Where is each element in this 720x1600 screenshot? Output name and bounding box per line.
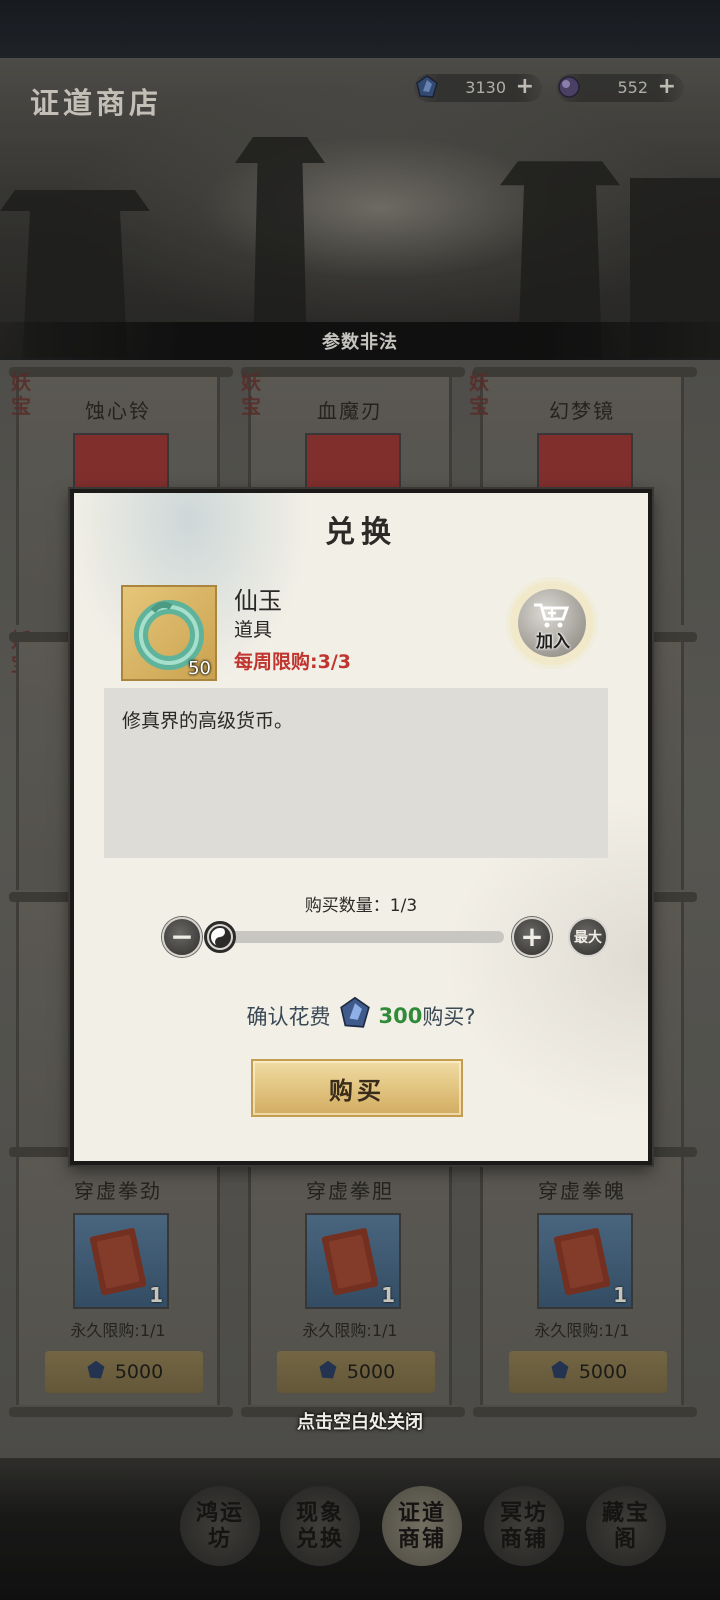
item-name: 仙玉	[234, 587, 282, 615]
description-box: 修真界的高级货币。	[104, 688, 608, 858]
decrease-button[interactable]: −	[162, 917, 202, 957]
quantity-slider[interactable]	[214, 931, 504, 943]
item-type: 道具	[234, 619, 273, 641]
close-hint[interactable]: 点击空白处关闭	[0, 1408, 720, 1434]
item-qty: 50	[188, 658, 211, 679]
exchange-dialog: 兑换 50 仙玉 道具 每周限购:3/3 加入 修真界的高级货币。 购买数量：1…	[70, 489, 652, 1165]
confirm-cost: 确认花费 300 购买?	[74, 995, 648, 1036]
confirm-suffix: 购买?	[422, 1004, 476, 1029]
yin-yang-icon	[209, 926, 231, 948]
max-button[interactable]: 最大	[568, 917, 608, 957]
item-description: 修真界的高级货币。	[122, 710, 294, 732]
quantity-label: 购买数量：1/3	[304, 896, 418, 916]
quantity-slider-thumb[interactable]	[204, 921, 236, 953]
purchase-limit: 每周限购:3/3	[234, 651, 351, 673]
confirm-prefix: 确认花费	[246, 1004, 331, 1029]
dialog-title: 兑换	[325, 515, 397, 550]
confirm-amount: 300	[378, 1003, 423, 1028]
buy-button[interactable]: 购买	[251, 1059, 463, 1117]
add-to-cart-label: 加入	[536, 632, 570, 652]
add-to-cart-button[interactable]: 加入	[518, 589, 586, 657]
spirit-stone-icon	[337, 995, 373, 1036]
increase-button[interactable]: +	[512, 917, 552, 957]
jade-ring-icon: 50	[121, 585, 217, 681]
